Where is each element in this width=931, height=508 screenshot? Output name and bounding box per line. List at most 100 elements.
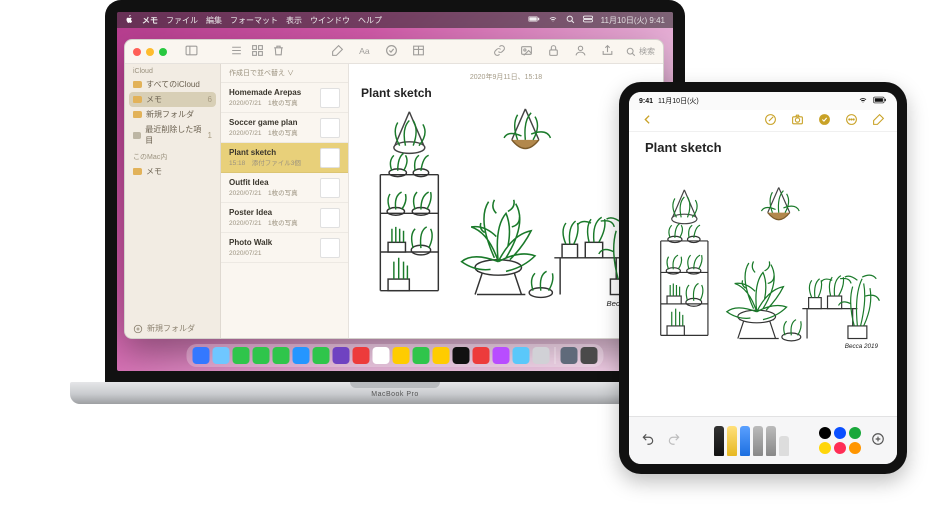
new-note-button[interactable] — [870, 111, 887, 131]
menubar-item-format[interactable]: フォーマット — [230, 15, 278, 26]
menubar-item-file[interactable]: ファイル — [166, 15, 198, 26]
close-button[interactable] — [133, 48, 141, 56]
table-button[interactable] — [410, 42, 427, 62]
sidebar-item-all-icloud[interactable]: すべてのiCloud — [125, 77, 220, 92]
menubar-app-name[interactable]: メモ — [142, 15, 158, 26]
note-list-item[interactable]: Soccer game plan2020/07/21 1枚の写真 — [221, 113, 348, 143]
dock-app[interactable] — [393, 347, 410, 364]
sort-selector[interactable]: 作成日で並べ替え ∨ — [221, 64, 348, 83]
note-title: Plant sketch — [645, 140, 881, 155]
share-button[interactable] — [599, 42, 616, 62]
dock-app[interactable] — [473, 347, 490, 364]
markup-button[interactable] — [762, 111, 779, 131]
link-button[interactable] — [491, 42, 508, 62]
more-button[interactable] — [843, 111, 860, 131]
note-list-item[interactable]: Poster Idea2020/07/21 1枚の写真 — [221, 203, 348, 233]
color-swatch[interactable] — [834, 427, 846, 439]
sidebar-item-local-notes[interactable]: メモ — [125, 164, 220, 179]
ipad: 9:41 11月10日(火) Plant sketch — [619, 82, 907, 474]
dock-app[interactable] — [453, 347, 470, 364]
camera-button[interactable] — [789, 111, 806, 131]
color-palette — [819, 427, 861, 454]
dock-app[interactable] — [193, 347, 210, 364]
dock-app[interactable] — [213, 347, 230, 364]
add-shape-button[interactable] — [869, 430, 887, 451]
sidebar-item-notes[interactable]: メモ6 — [129, 92, 216, 107]
dock-app[interactable] — [513, 347, 530, 364]
menubar-item-help[interactable]: ヘルプ — [358, 15, 382, 26]
color-swatch[interactable] — [819, 427, 831, 439]
menubar-item-view[interactable]: 表示 — [286, 15, 302, 26]
zoom-button[interactable] — [159, 48, 167, 56]
note-list-item[interactable]: Plant sketch15:18 添付ファイル3個 — [221, 143, 348, 173]
color-swatch[interactable] — [849, 427, 861, 439]
new-folder-button[interactable]: 新規フォルダ — [125, 319, 220, 338]
collaborate-button[interactable] — [572, 42, 589, 62]
note-list: 作成日で並べ替え ∨ Homemade Arepas2020/07/21 1枚の… — [221, 64, 349, 338]
notes-titlebar[interactable]: Aa 検索 — [125, 40, 663, 64]
sidebar-item-recently-deleted[interactable]: 最近削除した項目1 — [125, 122, 220, 148]
checklist-button[interactable] — [383, 42, 400, 62]
dock-app[interactable] — [493, 347, 510, 364]
marker-tool[interactable] — [727, 426, 737, 456]
dock — [187, 344, 604, 367]
pencil-tool[interactable] — [740, 426, 750, 456]
note-list-item[interactable]: Homemade Arepas2020/07/21 1枚の写真 — [221, 83, 348, 113]
dock-app[interactable] — [353, 347, 370, 364]
sidebar-toggle-button[interactable] — [183, 42, 200, 62]
dock-app[interactable] — [533, 347, 550, 364]
eraser-tool[interactable] — [753, 426, 763, 456]
search-icon[interactable] — [566, 15, 575, 26]
control-center-icon[interactable] — [583, 15, 593, 25]
text-style-button[interactable]: Aa — [356, 42, 373, 62]
delete-note-button[interactable] — [270, 42, 287, 62]
sidebar-item-new-folder[interactable]: 新規フォルダ — [125, 107, 220, 122]
dock-app[interactable] — [413, 347, 430, 364]
color-swatch[interactable] — [819, 442, 831, 454]
plant-sketch-drawing: Becca 2019 — [645, 161, 881, 376]
menubar-item-window[interactable]: ウインドウ — [310, 15, 350, 26]
ipad-note-content[interactable]: Plant sketch — [629, 132, 897, 416]
dock-app[interactable] — [233, 347, 250, 364]
back-button[interactable] — [639, 111, 656, 131]
list-view-button[interactable] — [228, 42, 245, 62]
dock-app[interactable] — [293, 347, 310, 364]
markup-tools — [714, 426, 789, 456]
dock-app[interactable] — [333, 347, 350, 364]
dock-app[interactable] — [433, 347, 450, 364]
redo-button[interactable] — [665, 430, 683, 451]
battery-icon[interactable] — [528, 15, 540, 25]
pen-tool[interactable] — [714, 426, 724, 456]
note-timestamp: 2020年9月11日、15:18 — [361, 72, 651, 82]
wifi-icon[interactable] — [548, 15, 558, 25]
dock-app[interactable] — [373, 347, 390, 364]
dock-app[interactable] — [561, 347, 578, 364]
checklist-button[interactable] — [816, 111, 833, 131]
menubar-item-edit[interactable]: 編集 — [206, 15, 222, 26]
wifi-icon — [858, 96, 868, 106]
search-placeholder: 検索 — [639, 46, 655, 57]
dock-app[interactable] — [313, 347, 330, 364]
media-button[interactable] — [518, 42, 535, 62]
sidebar-section-local: このMac内 — [125, 148, 220, 164]
dock-app[interactable] — [273, 347, 290, 364]
lasso-tool[interactable] — [766, 426, 776, 456]
grid-view-button[interactable] — [249, 42, 266, 62]
ruler-tool[interactable] — [779, 436, 789, 456]
dock-app[interactable] — [253, 347, 270, 364]
color-swatch[interactable] — [849, 442, 861, 454]
new-note-button[interactable] — [329, 42, 346, 62]
lock-button[interactable] — [545, 42, 562, 62]
note-editor[interactable]: 2020年9月11日、15:18 Plant sketch — [349, 64, 663, 338]
menubar-clock[interactable]: 11月10日(火) 9:41 — [601, 15, 665, 26]
apple-logo-icon[interactable] — [125, 15, 134, 26]
search-field[interactable]: 検索 — [626, 46, 655, 57]
dock-app[interactable] — [581, 347, 598, 364]
svg-text:Aa: Aa — [359, 45, 370, 55]
minimize-button[interactable] — [146, 48, 154, 56]
ipad-status-bar: 9:41 11月10日(火) — [629, 92, 897, 110]
note-list-item[interactable]: Photo Walk2020/07/21 — [221, 233, 348, 263]
color-swatch[interactable] — [834, 442, 846, 454]
undo-button[interactable] — [639, 430, 657, 451]
note-list-item[interactable]: Outfit Idea2020/07/21 1枚の写真 — [221, 173, 348, 203]
